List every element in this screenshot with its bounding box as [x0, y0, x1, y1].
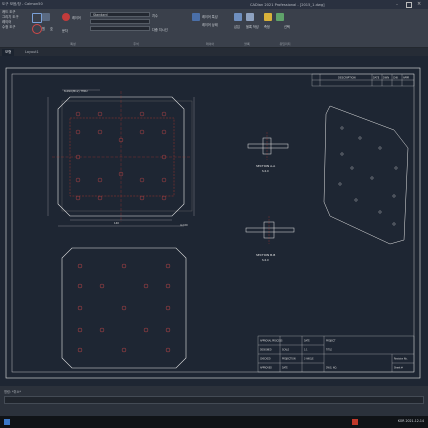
group-label: 주석: [133, 42, 139, 46]
command-prompt[interactable]: 명령: *취소*: [4, 389, 21, 394]
command-input[interactable]: [4, 396, 424, 404]
layer-properties-icon[interactable]: [192, 13, 200, 21]
tb-cell: DATE: [282, 367, 288, 370]
snap-icon[interactable]: [62, 13, 70, 21]
close-icon[interactable]: ×: [417, 1, 421, 7]
ribbon-group-layer: 레이어 특성 레이어 상태 레이어: [190, 10, 230, 46]
tb-cell: APPROVED: [260, 367, 272, 370]
tb-sheet: Sheet #: [394, 367, 403, 370]
drawing-svg: DESCRIPTION DATE DWN CHK APPR 8-Ø10(M12)…: [5, 67, 421, 379]
os-taskbar: KOR 2021-12-14: [0, 416, 428, 428]
layer-properties-label[interactable]: 레이어 특성: [202, 14, 218, 19]
sheet-inner-border: [11, 73, 415, 373]
rev-header: APPR: [403, 77, 410, 80]
ribbon-group-block: 삽입 블록 작성 블록: [232, 10, 262, 46]
layer-label[interactable]: 레이어: [72, 15, 81, 20]
hole-callout: 8-Ø10(M12) THRU: [64, 88, 88, 93]
window-title: CADian 2021 Professional - [2015_1.dwg]: [250, 2, 325, 7]
title-bar: 도구 모음/창 - Calmon50 CADian 2021 Professio…: [0, 0, 428, 9]
start-icon[interactable]: [4, 419, 10, 425]
width-dim: 140: [114, 221, 119, 225]
tb-cell: 3 ANGLE: [304, 358, 314, 361]
section-a-scale: S:4.0: [262, 169, 269, 173]
section-b-scale: S:4.0: [262, 258, 269, 262]
insert-label: 삽입: [234, 25, 240, 29]
group-label: 특성: [70, 42, 76, 46]
revision-table: [311, 73, 415, 87]
section-a-view: [247, 132, 289, 160]
polyline-icon[interactable]: [42, 13, 50, 21]
dim-style-dropdown[interactable]: [90, 19, 150, 24]
tb-cell: TITLE: [326, 349, 333, 352]
circle-icon[interactable]: [32, 24, 42, 34]
iso-view-holes: [338, 126, 398, 226]
rev-header: DATE: [373, 77, 380, 80]
select-label: 선택: [284, 25, 290, 29]
select-icon[interactable]: [276, 13, 284, 21]
drawing-tabs: 모형 Layout1: [0, 48, 428, 56]
tab-model[interactable]: 모형: [2, 49, 15, 56]
create-block-label: 블록 작성: [246, 25, 259, 29]
tb-cell: DWG. NO.: [326, 367, 337, 370]
tb-revision: Revision No.: [394, 358, 408, 361]
dimension-label[interactable]: 치수: [152, 13, 158, 18]
tb-cell: SCALE: [282, 349, 290, 352]
circle-label: 원: [42, 27, 45, 31]
tb-cell: APPROVAL PROCESS: [260, 340, 283, 343]
tb-cell: PROJECTION: [282, 358, 296, 361]
cad-app-icon[interactable]: [352, 419, 358, 425]
section-b-view: [245, 216, 295, 244]
arc-label: 호: [50, 27, 53, 31]
text-style-dropdown[interactable]: Standard: [90, 12, 150, 17]
text-label[interactable]: 문자: [62, 28, 68, 33]
tb-cell: DATE: [304, 340, 310, 343]
tb-cell: CHECKED: [260, 358, 271, 361]
system-tray: KOR 2021-12-14: [398, 419, 424, 423]
ribbon-group-annotation: Standard 치수 다중 지시선 주석: [88, 10, 184, 46]
group-label: 레이어: [205, 42, 215, 46]
minimize-icon[interactable]: –: [396, 2, 401, 7]
ribbon-group-properties: 레이어 문자 특성: [60, 10, 86, 46]
maximize-icon[interactable]: [406, 2, 412, 8]
group-label: 블록: [244, 42, 250, 46]
section-a-title: SECTION A-A: [256, 164, 276, 168]
left-title: 도구 모음/창 - Calmon50: [2, 2, 43, 6]
tb-cell: DESIGNED: [260, 349, 272, 352]
measure-label: 측정: [264, 25, 270, 29]
layer-state-label[interactable]: 레이어 상태: [202, 22, 218, 27]
rev-header: DESCRIPTION: [338, 76, 356, 80]
tb-cell: 1:1: [304, 349, 308, 352]
command-bar: 명령: *취소*: [0, 386, 428, 416]
section-b-title: SECTION B-B: [256, 253, 275, 257]
line-icon[interactable]: [32, 13, 42, 23]
iso-view: [323, 105, 409, 245]
tb-cell: PROJECT: [326, 340, 336, 343]
top-view: [52, 91, 193, 222]
ribbon-group-draw: 원 호: [30, 10, 60, 46]
bottom-view-holes: [77, 263, 171, 353]
create-block-icon[interactable]: [246, 13, 254, 21]
tray-lang: KOR: [397, 419, 405, 423]
bottom-view: [61, 247, 187, 369]
tab-layout1[interactable]: Layout1: [22, 49, 42, 56]
rev-header: DWN: [383, 77, 389, 80]
group-label: 유틸리티: [279, 42, 291, 46]
measure-icon[interactable]: [264, 13, 272, 21]
sheet-border: [5, 67, 421, 379]
leader-style-dropdown[interactable]: [90, 26, 150, 31]
chamfer-callout: 4-C20: [180, 223, 188, 227]
ribbon-group-utility: 측정 선택 유틸리티: [262, 10, 308, 46]
clock: 2021-12-14: [405, 419, 424, 423]
insert-block-icon[interactable]: [234, 13, 242, 21]
multileader-label[interactable]: 다중 지시선: [152, 27, 168, 32]
ribbon: 캐드 도구 그리기 도구 레이어 수정 도구 원 호 레이어 문자 특성 Sta…: [0, 9, 428, 48]
rev-header: CHK: [393, 77, 398, 80]
drawing-canvas[interactable]: DESCRIPTION DATE DWN CHK APPR 8-Ø10(M12)…: [0, 56, 428, 386]
